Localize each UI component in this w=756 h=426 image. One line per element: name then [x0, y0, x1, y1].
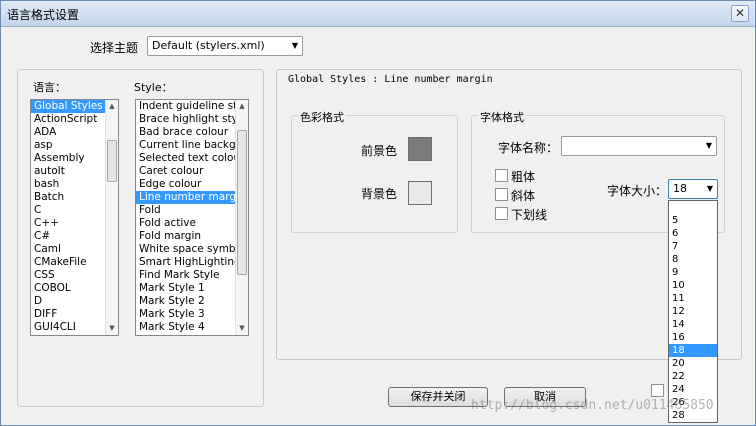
- font-size-option[interactable]: 24: [669, 383, 717, 396]
- language-scrollbar[interactable]: ▲ ▼: [105, 100, 118, 335]
- language-list[interactable]: Global Styles ActionScript ADA asp Assembly a…: [30, 99, 119, 336]
- italic-label: 斜体: [511, 189, 536, 203]
- chevron-down-icon: ▼: [706, 184, 713, 193]
- background-color-swatch[interactable]: [408, 181, 432, 205]
- style-list-item[interactable]: Current line backgr: [136, 139, 248, 152]
- scroll-up-icon[interactable]: ▲: [106, 100, 118, 113]
- scroll-thumb[interactable]: [107, 140, 117, 182]
- chevron-down-icon: ▼: [705, 141, 712, 150]
- font-size-option[interactable]: 16: [669, 331, 717, 344]
- style-scrollbar[interactable]: ▲ ▼: [235, 100, 248, 335]
- font-size-option[interactable]: 14: [669, 318, 717, 331]
- style-list-item[interactable]: Find Mark Style: [136, 269, 248, 282]
- font-size-value: 18: [673, 182, 687, 195]
- bold-label: 粗体: [511, 170, 536, 184]
- title-bar[interactable]: 语言格式设置 ✕: [1, 1, 755, 27]
- font-size-option[interactable]: 10: [669, 279, 717, 292]
- underline-label: 下划线: [511, 208, 548, 222]
- font-size-option[interactable]: 12: [669, 305, 717, 318]
- font-size-label: 字体大小：: [607, 184, 668, 198]
- background-label: 背景色: [361, 187, 398, 201]
- style-list-item[interactable]: Line number margin: [136, 191, 248, 204]
- style-list-item[interactable]: White space symbo: [136, 243, 248, 256]
- font-size-option[interactable]: 22: [669, 370, 717, 383]
- theme-value: Default (stylers.xml): [152, 39, 265, 52]
- style-list-item[interactable]: Fold active: [136, 217, 248, 230]
- style-label: Style：: [134, 81, 173, 94]
- colour-group: [291, 115, 458, 233]
- font-size-option[interactable]: 6: [669, 227, 717, 240]
- style-list-item[interactable]: Fold margin: [136, 230, 248, 243]
- style-list-item[interactable]: Selected text colour: [136, 152, 248, 165]
- scroll-up-icon[interactable]: ▲: [236, 100, 248, 113]
- bold-checkbox[interactable]: [495, 169, 508, 182]
- style-list-item[interactable]: Bad brace colour: [136, 126, 248, 139]
- theme-label: 选择主题: [90, 41, 139, 55]
- style-list-item[interactable]: Mark Style 2: [136, 295, 248, 308]
- font-size-option[interactable]: 5: [669, 214, 717, 227]
- close-icon[interactable]: ✕: [731, 5, 749, 22]
- detail-header: Global Styles : Line number margin: [288, 74, 493, 85]
- font-name-label: 字体名称：: [498, 141, 559, 155]
- style-list-item[interactable]: Caret colour: [136, 165, 248, 178]
- chevron-down-icon: ▼: [291, 41, 298, 50]
- style-list-item[interactable]: Mark Style 4: [136, 321, 248, 334]
- foreground-color-swatch[interactable]: [408, 137, 432, 161]
- font-size-option[interactable]: 9: [669, 266, 717, 279]
- font-size-option[interactable]: 7: [669, 240, 717, 253]
- font-size-dropdown[interactable]: 5 6 7 8 9 10 11 12 14 16 18 20 22 24 26 28: [668, 200, 718, 423]
- font-size-select[interactable]: 18 ▼: [668, 179, 718, 199]
- transparency-checkbox[interactable]: [651, 384, 664, 397]
- style-list-item[interactable]: Edge colour: [136, 178, 248, 191]
- language-label: 语言：: [33, 81, 66, 94]
- font-size-option[interactable]: 20: [669, 357, 717, 370]
- scroll-thumb[interactable]: [237, 130, 247, 275]
- style-list-item[interactable]: Mark Style 1: [136, 282, 248, 295]
- foreground-label: 前景色: [361, 144, 398, 158]
- font-size-option[interactable]: 11: [669, 292, 717, 305]
- style-list-item[interactable]: Indent guideline sty: [136, 100, 248, 113]
- window-title: 语言格式设置: [7, 8, 80, 22]
- style-list-item[interactable]: Brace highlight style: [136, 113, 248, 126]
- style-list-item[interactable]: Fold: [136, 204, 248, 217]
- theme-select[interactable]: Default (stylers.xml) ▼: [147, 36, 303, 56]
- scroll-down-icon[interactable]: ▼: [236, 322, 248, 335]
- style-list[interactable]: Indent guideline sty Brace highlight styl…: [135, 99, 249, 336]
- dialog-window: 语言格式设置 ✕ 选择主题 Default (stylers.xml) ▼ 语言…: [0, 0, 756, 426]
- underline-checkbox[interactable]: [495, 207, 508, 220]
- colour-group-title: 色彩格式: [298, 109, 346, 125]
- font-size-option[interactable]: 18: [669, 344, 717, 357]
- watermark-text: http://blog.csdn.net/u011465850: [471, 398, 714, 413]
- font-name-select[interactable]: ▼: [561, 136, 717, 156]
- italic-checkbox[interactable]: [495, 188, 508, 201]
- font-size-option[interactable]: 8: [669, 253, 717, 266]
- style-list-item[interactable]: Smart HighLighting: [136, 256, 248, 269]
- font-group-title: 字体格式: [478, 109, 526, 125]
- style-list-item[interactable]: Mark Style 3: [136, 308, 248, 321]
- scroll-down-icon[interactable]: ▼: [106, 322, 118, 335]
